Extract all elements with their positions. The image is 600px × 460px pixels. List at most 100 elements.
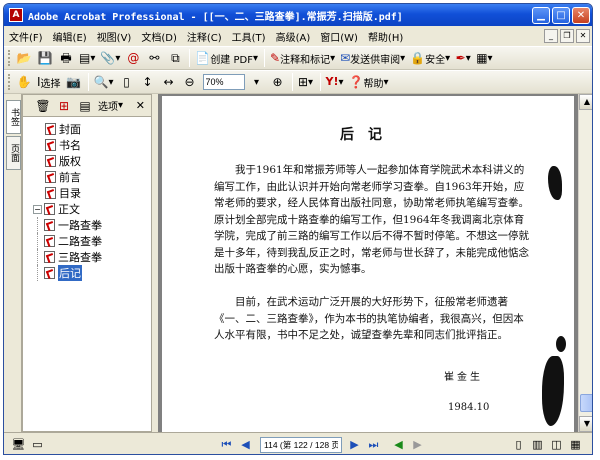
- delete-bookmark-button[interactable]: 🗑: [33, 98, 53, 114]
- bookmark-item[interactable]: 封面: [23, 121, 151, 137]
- menu-edit[interactable]: 编辑(E): [48, 29, 92, 44]
- scan-artifact: [542, 356, 564, 426]
- previous-view-button[interactable]: ◀: [390, 436, 407, 453]
- print-button[interactable]: 🖶: [56, 48, 76, 68]
- acrobat-window: A Adobe Acrobat Professional - [[一、二、三路查…: [3, 3, 593, 455]
- actual-size-button[interactable]: ▯: [117, 72, 137, 92]
- close-button[interactable]: ✕: [572, 6, 590, 24]
- options-menu-button[interactable]: 选项 ▾: [96, 98, 125, 114]
- facing-button[interactable]: ◫: [548, 436, 565, 453]
- next-view-button[interactable]: ▶: [409, 436, 426, 453]
- zoom-in-button[interactable]: ⊕: [268, 72, 288, 92]
- doc-minimize-button[interactable]: _: [544, 29, 558, 43]
- comment-icon: ✎: [270, 51, 281, 65]
- attach-button[interactable]: 📎 ▾: [98, 48, 122, 68]
- previous-page-button[interactable]: ◀: [237, 436, 254, 453]
- save-button[interactable]: 💾: [35, 48, 55, 68]
- sign-button[interactable]: ✒ ▾: [453, 48, 473, 68]
- tab-bookmarks[interactable]: 书签: [6, 100, 21, 134]
- last-page-button[interactable]: ⏭: [365, 436, 382, 453]
- doc-close-button[interactable]: ✕: [576, 29, 590, 43]
- comment-markup-button[interactable]: ✎ 注释和标记 ▾: [268, 48, 337, 68]
- bookmark-icon: [45, 155, 56, 167]
- menu-window[interactable]: 窗口(W): [315, 29, 363, 44]
- scroll-thumb[interactable]: [580, 394, 592, 412]
- save-copy-button[interactable]: ⧉: [165, 48, 185, 68]
- scroll-down-button[interactable]: ▼: [579, 416, 592, 432]
- bookmark-icon: [45, 187, 56, 199]
- new-bookmark-button[interactable]: ⊞: [54, 98, 74, 114]
- yahoo-search-button[interactable]: Y! ▾: [324, 72, 346, 92]
- single-page-button[interactable]: ▯: [510, 436, 527, 453]
- bookmark-item[interactable]: 前言: [23, 169, 151, 185]
- page-paragraph: 目前，在武术运动广泛开展的大好形势下，征般常老师遗著《一、二、三路查拳》，作为本…: [214, 296, 524, 341]
- toolbar-grip[interactable]: [8, 74, 11, 90]
- doc-restore-button[interactable]: ❐: [560, 29, 574, 43]
- page-size-button[interactable]: 🖥: [10, 436, 27, 453]
- zoom-dropdown-button[interactable]: ▾: [247, 72, 267, 92]
- bookmark-item[interactable]: 版权: [23, 153, 151, 169]
- menu-document[interactable]: 文档(D): [136, 29, 182, 44]
- forms-button[interactable]: ▦ ▾: [474, 48, 494, 68]
- zoom-input[interactable]: [202, 74, 245, 90]
- page-number-input[interactable]: [260, 436, 342, 453]
- organizer-button[interactable]: ▤ ▾: [77, 48, 97, 68]
- first-page-button[interactable]: ⏮: [218, 436, 235, 453]
- secure-button[interactable]: 🔒 安全 ▾: [408, 48, 452, 68]
- fit-page-button[interactable]: ↕: [138, 72, 158, 92]
- page-layout-button[interactable]: ⊞ ▾: [296, 72, 316, 92]
- forms-icon: ▦: [476, 51, 488, 65]
- maximize-button[interactable]: □: [552, 6, 570, 24]
- bookmark-item[interactable]: 书名: [23, 137, 151, 153]
- zoom-out-button[interactable]: ⊖: [180, 72, 200, 92]
- pdf-page[interactable]: 后记 我于1961年和常振芳师等人一起参加体育学院武术本科讲义的编写工作，由此认…: [162, 96, 574, 432]
- acrobat-icon[interactable]: A: [9, 8, 23, 22]
- bookmark-item[interactable]: 目录: [23, 185, 151, 201]
- navigation-tabs: 书签 页面: [4, 94, 22, 432]
- menu-file[interactable]: 文件(F): [4, 29, 48, 44]
- panel-close-icon[interactable]: ✕: [136, 99, 145, 112]
- zoom-in-icon: ⊕: [272, 75, 283, 89]
- select-tool-button[interactable]: Ⅰ 选择: [35, 72, 63, 92]
- continuous-button[interactable]: ▥: [529, 436, 546, 453]
- toolbar-separator: [87, 73, 89, 91]
- bookmark-icon: [45, 139, 56, 151]
- toolbar-grip[interactable]: [8, 50, 11, 66]
- document-view[interactable]: 后记 我于1961年和常振芳师等人一起参加体育学院武术本科讲义的编写工作，由此认…: [158, 94, 578, 432]
- minimize-button[interactable]: ▁: [532, 6, 550, 24]
- email-button[interactable]: @: [123, 48, 143, 68]
- binoculars-icon: ⚯: [149, 51, 160, 65]
- trash-icon: 🗑: [35, 98, 51, 113]
- back-arrow-icon: ◀: [394, 438, 403, 451]
- help-button[interactable]: ❓ 帮助 ▾: [347, 72, 391, 92]
- bookmark-item[interactable]: 三路查拳: [23, 249, 151, 265]
- search-button[interactable]: ⚯: [144, 48, 164, 68]
- menu-comments[interactable]: 注释(C): [182, 29, 227, 44]
- hand-tool-button[interactable]: ✋: [14, 72, 34, 92]
- menu-bar: 文件(F) 编辑(E) 视图(V) 文档(D) 注释(C) 工具(T) 高级(A…: [4, 26, 592, 46]
- menu-advanced[interactable]: 高级(A): [271, 29, 316, 44]
- signature-date: 1984.10: [448, 402, 490, 413]
- zoom-tool-button[interactable]: 🔍 ▾: [92, 72, 116, 92]
- bookmark-item[interactable]: 一路查拳: [23, 217, 151, 233]
- next-page-button[interactable]: ▶: [346, 436, 363, 453]
- menu-help[interactable]: 帮助(H): [363, 29, 408, 44]
- tab-pages[interactable]: 页面: [6, 136, 21, 170]
- scroll-up-button[interactable]: ▲: [579, 94, 592, 110]
- collapse-toggle[interactable]: −: [33, 204, 42, 214]
- bookmark-item[interactable]: 二路查拳: [23, 233, 151, 249]
- vertical-scrollbar[interactable]: ▲ ▼: [578, 94, 592, 432]
- menu-view[interactable]: 视图(V): [92, 29, 137, 44]
- bookmark-item-selected[interactable]: 后记: [23, 265, 151, 281]
- continuous-facing-button[interactable]: ▦: [567, 436, 584, 453]
- menu-tools[interactable]: 工具(T): [227, 29, 271, 44]
- create-pdf-button[interactable]: 📄 创建 PDF ▾: [193, 48, 260, 68]
- page-view-button[interactable]: ▭: [29, 436, 46, 453]
- bookmark-item[interactable]: − 正文: [23, 201, 151, 217]
- open-button[interactable]: 📂: [14, 48, 34, 68]
- title-bar[interactable]: A Adobe Acrobat Professional - [[一、二、三路查…: [4, 4, 592, 26]
- fit-width-button[interactable]: ↔: [159, 72, 179, 92]
- send-review-button[interactable]: ✉ 发送供审阅 ▾: [338, 48, 407, 68]
- snapshot-button[interactable]: 📷: [64, 72, 84, 92]
- expand-bookmark-button[interactable]: ▤: [75, 98, 95, 114]
